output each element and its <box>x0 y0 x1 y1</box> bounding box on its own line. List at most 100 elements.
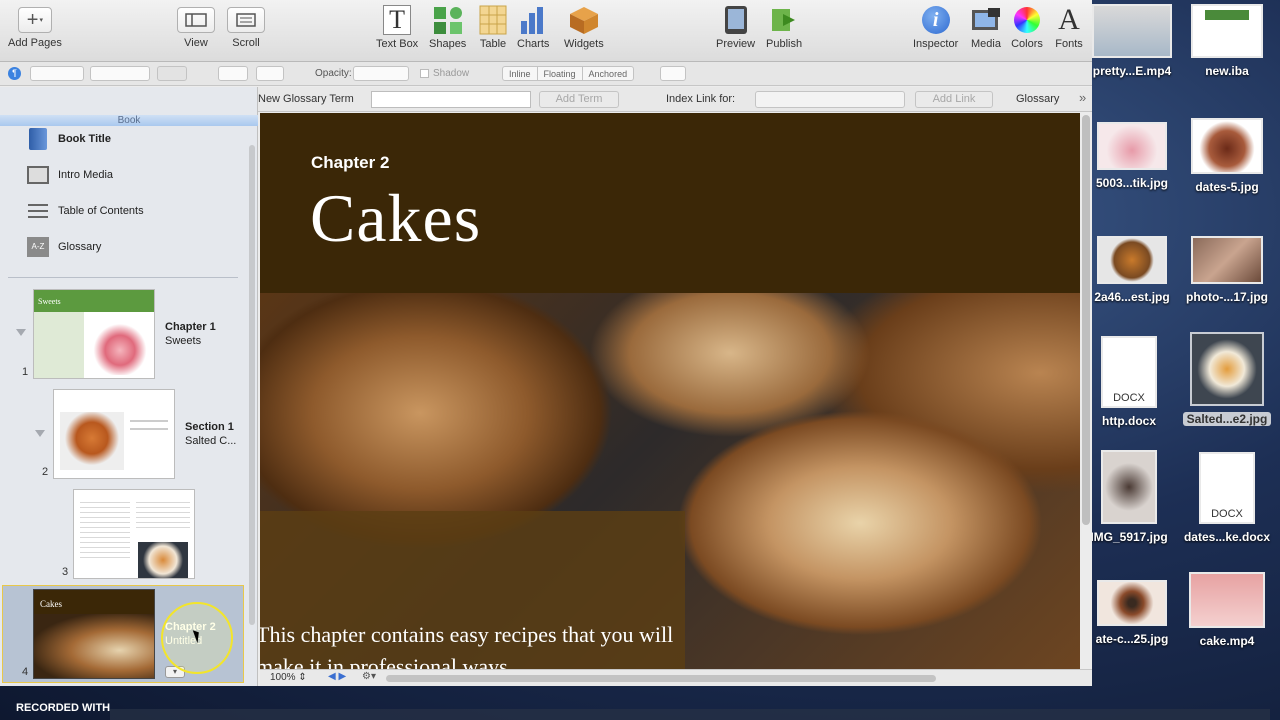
text-column <box>80 498 130 558</box>
colors-button[interactable]: Colors <box>1011 4 1043 50</box>
size-dropdown[interactable] <box>90 66 150 81</box>
style-stepper[interactable] <box>30 66 84 81</box>
document-thumbnail <box>1191 4 1263 58</box>
glossary-term-input[interactable] <box>371 91 531 108</box>
page-subtitle: Salted C... <box>185 435 237 447</box>
shapes-label: Shapes <box>429 38 467 50</box>
intro-text[interactable]: This chapter contains easy recipes that … <box>260 619 676 669</box>
charts-button[interactable]: Charts <box>517 4 549 50</box>
index-link-dropdown[interactable] <box>755 91 905 108</box>
shadow-checkbox[interactable] <box>420 69 429 78</box>
glossary-bar: New Glossary Term Add Term Index Link fo… <box>246 87 1092 112</box>
floating-option[interactable]: Floating <box>538 67 583 80</box>
desktop-file-icon[interactable]: 5003...tik.jpg <box>1087 122 1177 190</box>
shapes-button[interactable]: Shapes <box>429 4 466 50</box>
page-canvas[interactable]: Chapter 2 Cakes This chapter contains ea… <box>260 113 1080 669</box>
page-thumbnail-3[interactable] <box>73 489 195 579</box>
zoom-dropdown[interactable]: 100% ⇕ <box>270 672 307 683</box>
cake-image <box>90 320 150 375</box>
file-name: ate-c...25.jpg <box>1095 632 1169 646</box>
page-navigation-arrows[interactable]: ◀ ▶ <box>328 671 346 682</box>
scroll-button[interactable]: Scroll <box>227 4 265 49</box>
dock[interactable] <box>110 709 1270 720</box>
sidebar-item-book-title[interactable]: Book Title <box>26 128 111 150</box>
inspector-button[interactable]: i Inspector <box>913 4 958 50</box>
disclosure-triangle-icon[interactable] <box>35 430 45 437</box>
media-label: Media <box>971 38 1001 50</box>
font-icon: A <box>1058 3 1080 36</box>
file-name: cake.mp4 <box>1199 634 1255 648</box>
desktop-file-icon[interactable]: Salted...e2.jpg <box>1182 332 1272 426</box>
preview-device-icon <box>720 4 752 36</box>
media-button[interactable]: Media <box>970 4 1002 50</box>
intro-text-box[interactable]: This chapter contains easy recipes that … <box>260 511 685 669</box>
table-label: Table <box>479 38 507 50</box>
sidebar-item-table-of-contents[interactable]: Table of Contents <box>26 200 144 222</box>
sidebar-item-label: Glossary <box>58 241 102 253</box>
fonts-button[interactable]: A Fonts <box>1053 3 1085 50</box>
adjust-icon[interactable] <box>218 66 248 81</box>
opacity-dropdown[interactable] <box>353 66 409 81</box>
canvas-vertical-scrollbar[interactable] <box>1082 115 1090 525</box>
desktop-file-icon[interactable]: cake.mp4 <box>1182 572 1272 648</box>
sidebar-item-glossary[interactable]: A-Z Glossary <box>26 236 101 258</box>
desktop-file-icon[interactable]: 2a46...est.jpg <box>1087 236 1177 304</box>
text-column <box>136 498 190 528</box>
shapes-icon <box>432 4 464 36</box>
layer-stepper[interactable] <box>660 66 686 81</box>
page-number: 3 <box>62 566 69 578</box>
file-name: Salted...e2.jpg <box>1182 412 1272 426</box>
scrollbar-thumb[interactable] <box>249 145 255 625</box>
soup-image <box>138 542 188 578</box>
desktop-file-icon[interactable]: pretty...E.mp4 <box>1087 4 1177 78</box>
shadow-label: Shadow <box>433 68 470 79</box>
text-line <box>130 428 168 430</box>
paragraph-icon[interactable]: ¶ <box>8 67 21 80</box>
preview-button[interactable]: Preview <box>716 4 755 50</box>
text-box-button[interactable]: T Text Box <box>376 4 418 50</box>
page-title: Section 1 <box>185 421 234 433</box>
desktop-file-icon[interactable]: photo-...17.jpg <box>1182 236 1272 304</box>
gear-icon[interactable]: ⚙▾ <box>362 671 376 682</box>
desktop-file-icon[interactable]: DOCX http.docx <box>1084 336 1174 428</box>
plus-icon: + ▾ <box>17 7 52 33</box>
table-icon <box>477 4 509 36</box>
file-name: dates-5.jpg <box>1195 180 1259 194</box>
widgets-button[interactable]: Widgets <box>564 4 604 50</box>
desktop-file-icon[interactable]: new.iba <box>1182 4 1272 78</box>
soup-image <box>60 412 124 470</box>
table-button[interactable]: Table <box>477 4 509 50</box>
desktop-file-icon[interactable]: DOCX dates...ke.docx <box>1182 452 1272 544</box>
canvas-horizontal-scrollbar[interactable] <box>386 675 936 682</box>
add-pages-button[interactable]: + ▾ Add Pages <box>8 4 62 49</box>
chapter-label[interactable]: Chapter 2 <box>311 153 389 173</box>
disclosure-triangle-icon[interactable] <box>16 329 26 336</box>
chevron-right-icon[interactable]: » <box>1079 90 1086 105</box>
fill-swatch[interactable] <box>157 66 187 81</box>
page-thumbnail-4[interactable]: Cakes <box>33 589 155 679</box>
add-term-button[interactable]: Add Term <box>539 91 619 108</box>
view-button[interactable]: View <box>177 4 215 49</box>
sidebar-item-intro-media[interactable]: Intro Media <box>26 164 113 186</box>
inline-option[interactable]: Inline <box>503 67 538 80</box>
desktop-file-icon[interactable]: dates-5.jpg <box>1182 118 1272 194</box>
page-number: 4 <box>22 666 29 678</box>
desktop-file-icon[interactable]: IMG_5917.jpg <box>1084 450 1174 544</box>
page-thumbnail-1[interactable]: Sweets <box>33 289 155 379</box>
thumbnail-title: Cakes <box>34 590 154 614</box>
glossary-button[interactable]: Glossary <box>1016 93 1059 105</box>
file-name: 2a46...est.jpg <box>1094 290 1170 304</box>
page-number: 2 <box>42 466 49 478</box>
add-link-button[interactable]: Add Link <box>915 91 993 108</box>
charts-label: Charts <box>517 38 550 50</box>
chapter-title[interactable]: Cakes <box>310 179 481 258</box>
desktop-file-icon[interactable]: ate-c...25.jpg <box>1087 580 1177 646</box>
image-thumbnail <box>1101 450 1157 524</box>
page-thumbnail-2[interactable] <box>53 389 175 479</box>
anchored-option[interactable]: Anchored <box>583 67 634 80</box>
text-box-icon: T <box>381 4 413 36</box>
publish-button[interactable]: Publish <box>766 4 802 50</box>
sidebar-scrollbar[interactable] <box>248 145 256 665</box>
wrap-icon[interactable] <box>256 66 284 81</box>
placement-segmented-control[interactable]: Inline Floating Anchored <box>502 66 635 81</box>
